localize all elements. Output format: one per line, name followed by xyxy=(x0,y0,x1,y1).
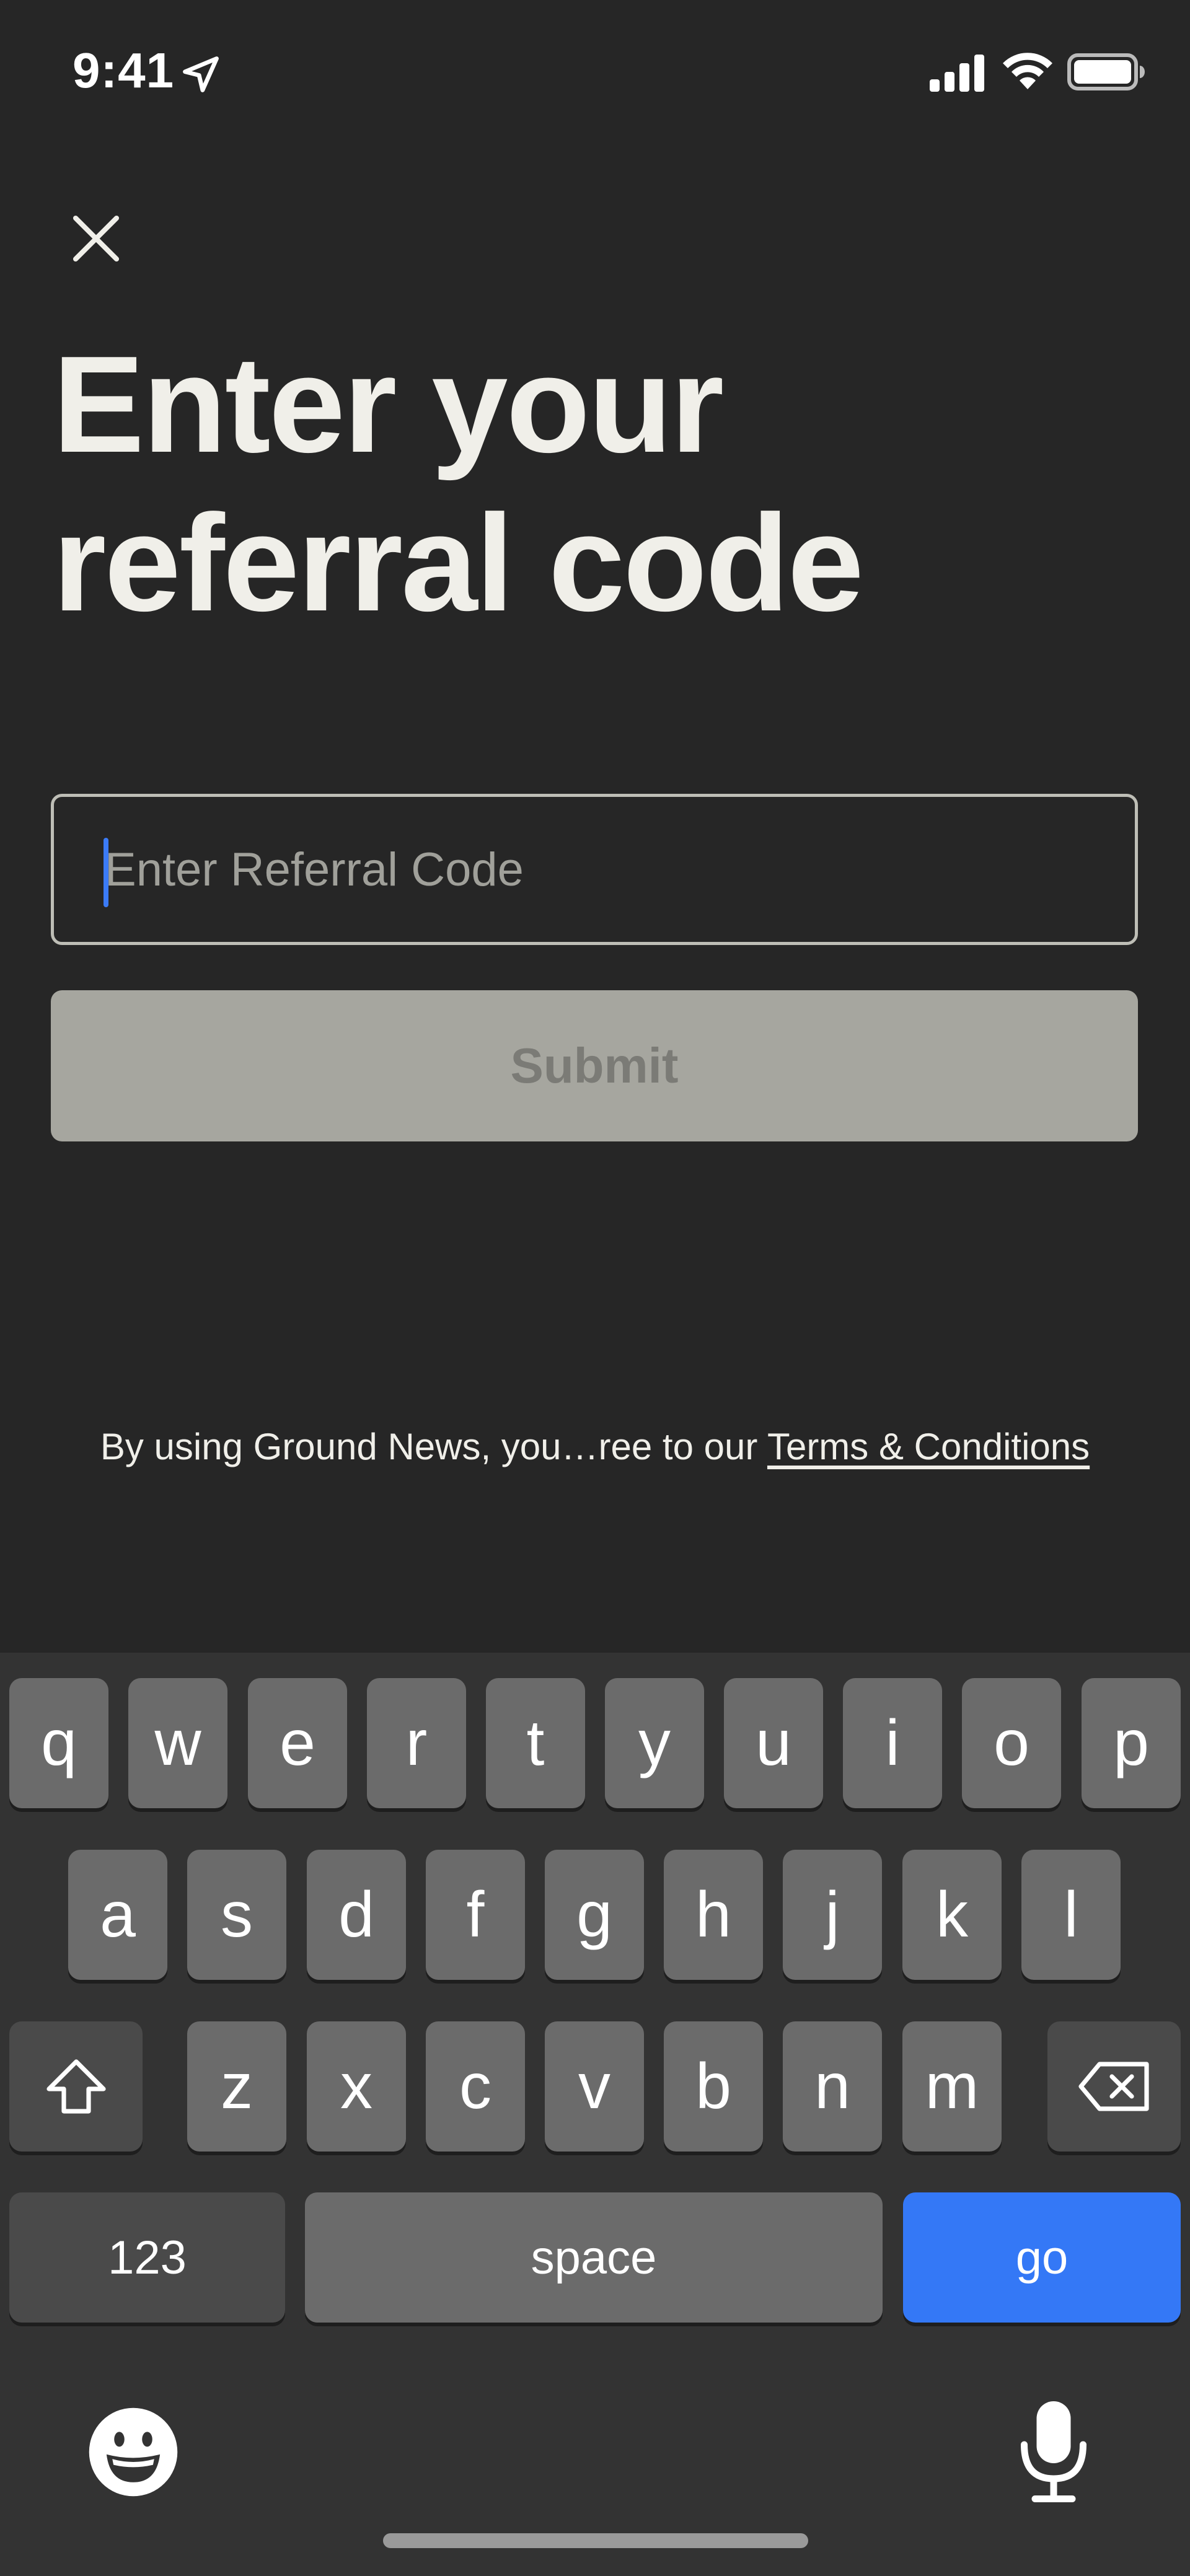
title-line-1: Enter your xyxy=(53,328,724,481)
key-o[interactable]: o xyxy=(962,1678,1061,1808)
location-arrow-icon xyxy=(183,56,219,92)
shift-icon xyxy=(46,2059,106,2114)
delete-icon xyxy=(1078,2062,1149,2111)
key-p[interactable]: p xyxy=(1082,1678,1181,1808)
delete-key[interactable] xyxy=(1047,2021,1181,2152)
key-r[interactable]: r xyxy=(367,1678,466,1808)
battery-icon xyxy=(1067,53,1145,90)
key-a[interactable]: a xyxy=(68,1850,167,1980)
numbers-key[interactable]: 123 xyxy=(9,2192,285,2323)
referral-code-field[interactable] xyxy=(51,794,1138,945)
page-title: Enter your referral code xyxy=(53,325,1106,643)
key-t[interactable]: t xyxy=(486,1678,585,1808)
home-indicator xyxy=(383,2533,808,2548)
key-z[interactable]: z xyxy=(187,2021,286,2152)
key-h[interactable]: h xyxy=(664,1850,763,1980)
key-d[interactable]: d xyxy=(307,1850,406,1980)
key-j[interactable]: j xyxy=(783,1850,882,1980)
terms-notice: By using Ground News, you…ree to our Ter… xyxy=(0,1425,1190,1468)
referral-code-input[interactable] xyxy=(105,797,1096,942)
key-g[interactable]: g xyxy=(545,1850,644,1980)
key-l[interactable]: l xyxy=(1021,1850,1121,1980)
terms-prefix: By using Ground News, you…ree to our xyxy=(100,1426,767,1467)
key-y[interactable]: y xyxy=(605,1678,704,1808)
key-v[interactable]: v xyxy=(545,2021,644,2152)
key-c[interactable]: c xyxy=(426,2021,525,2152)
go-key[interactable]: go xyxy=(903,2192,1181,2323)
space-key[interactable]: space xyxy=(305,2192,883,2323)
key-e[interactable]: e xyxy=(248,1678,347,1808)
shift-key[interactable] xyxy=(9,2021,143,2152)
status-time: 9:41 xyxy=(73,43,175,98)
title-line-2: referral code xyxy=(53,486,864,640)
wifi-icon xyxy=(1003,53,1052,89)
cellular-signal-icon xyxy=(930,55,984,92)
emoji-icon[interactable] xyxy=(87,2406,180,2499)
key-n[interactable]: n xyxy=(783,2021,882,2152)
key-k[interactable]: k xyxy=(902,1850,1002,1980)
close-icon xyxy=(73,215,120,262)
microphone-icon[interactable] xyxy=(1020,2398,1088,2503)
terms-conditions-link[interactable]: Terms & Conditions xyxy=(767,1426,1090,1467)
key-f[interactable]: f xyxy=(426,1850,525,1980)
status-bar: 9:41 xyxy=(0,0,1190,143)
key-m[interactable]: m xyxy=(902,2021,1002,2152)
close-button[interactable] xyxy=(62,204,130,273)
key-b[interactable]: b xyxy=(664,2021,763,2152)
key-x[interactable]: x xyxy=(307,2021,406,2152)
submit-button[interactable]: Submit xyxy=(51,990,1138,1141)
key-w[interactable]: w xyxy=(128,1678,227,1808)
key-i[interactable]: i xyxy=(843,1678,942,1808)
key-q[interactable]: q xyxy=(9,1678,108,1808)
key-u[interactable]: u xyxy=(724,1678,823,1808)
key-s[interactable]: s xyxy=(187,1850,286,1980)
